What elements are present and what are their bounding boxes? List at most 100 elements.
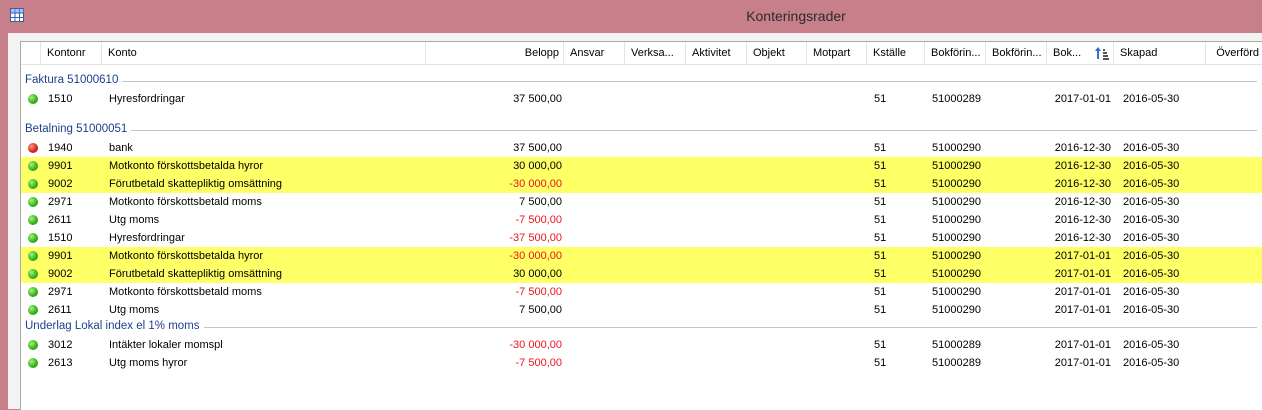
header-verksamhet[interactable]: Verksa... bbox=[625, 42, 686, 64]
header-status-column[interactable] bbox=[21, 42, 41, 64]
header-bokforing-1[interactable]: Bokförin... bbox=[925, 42, 986, 64]
cell-kontonr: 1940 bbox=[48, 142, 73, 154]
cell-bokdatum: 2016-12-30 bbox=[1054, 178, 1111, 190]
cell-belopp: -30 000,00 bbox=[509, 178, 562, 190]
cell-skapad: 2016-05-30 bbox=[1123, 232, 1180, 244]
header-overford[interactable]: Överförd bbox=[1206, 42, 1262, 64]
cell-kontonr: 3012 bbox=[48, 339, 73, 351]
cell-bokforing: 51000290 bbox=[932, 286, 981, 298]
cell-belopp: -37 500,00 bbox=[509, 232, 562, 244]
cell-bokdatum: 2016-12-30 bbox=[1054, 232, 1111, 244]
cell-belopp: 37 500,00 bbox=[513, 142, 562, 154]
cell-kstalle: 51 bbox=[874, 160, 887, 172]
status-ok-icon bbox=[28, 233, 38, 243]
cell-belopp: -7 500,00 bbox=[515, 214, 562, 226]
cell-kontonr: 2611 bbox=[48, 214, 72, 226]
cell-bokforing: 51000290 bbox=[932, 232, 981, 244]
header-konto[interactable]: Konto bbox=[102, 42, 426, 64]
status-ok-icon bbox=[28, 161, 38, 171]
table-row[interactable]: 9901 Motkonto förskottsbetalda hyror 30 00… bbox=[21, 157, 1262, 175]
group-header[interactable]: Faktura 51000610 bbox=[21, 73, 1262, 89]
status-ok-icon bbox=[28, 94, 38, 104]
cell-belopp: 30 000,00 bbox=[513, 160, 562, 172]
cell-bokdatum: 2017-01-01 bbox=[1054, 357, 1111, 369]
cell-kontonr: 9901 bbox=[48, 160, 73, 172]
header-kstalle[interactable]: Kställe bbox=[867, 42, 925, 64]
header-ansvar[interactable]: Ansvar bbox=[564, 42, 625, 64]
cell-skapad: 2016-05-30 bbox=[1123, 196, 1180, 208]
cell-skapad: 2016-05-30 bbox=[1123, 357, 1180, 369]
cell-bokforing: 51000290 bbox=[932, 250, 981, 262]
konteringsrader-grid[interactable]: Kontonr Konto Belopp Ansvar Verksa... Ak… bbox=[20, 41, 1262, 410]
cell-kontonr: 2611 bbox=[48, 304, 72, 316]
group-header[interactable]: Underlag Lokal index el 1% moms bbox=[21, 319, 1262, 335]
cell-konto: Hyresfordringar bbox=[109, 232, 185, 244]
status-ok-icon bbox=[28, 358, 38, 368]
status-ok-icon bbox=[28, 197, 38, 207]
cell-skapad: 2016-05-30 bbox=[1123, 339, 1180, 351]
cell-bokforing: 51000290 bbox=[932, 196, 981, 208]
header-bokdatum-label: Bok... bbox=[1053, 47, 1082, 59]
table-row[interactable]: 9901 Motkonto förskottsbetalda hyror -30 0… bbox=[21, 247, 1262, 265]
cell-bokforing: 51000290 bbox=[932, 178, 981, 190]
cell-bokdatum: 2017-01-01 bbox=[1054, 268, 1111, 280]
cell-bokforing: 51000289 bbox=[932, 357, 981, 369]
status-error-icon bbox=[28, 143, 38, 153]
cell-kontonr: 2971 bbox=[48, 286, 73, 298]
cell-kstalle: 51 bbox=[874, 357, 887, 369]
table-row[interactable]: 1510 Hyresfordringar -37 500,00 51 51000290 2… bbox=[21, 229, 1262, 247]
group-header[interactable]: Betalning 51000051 bbox=[21, 122, 1262, 138]
cell-bokforing: 51000289 bbox=[932, 93, 981, 105]
cell-skapad: 2016-05-30 bbox=[1123, 214, 1180, 226]
status-ok-icon bbox=[28, 179, 38, 189]
table-row[interactable]: 1940 bank 37 500,00 51 51000290 2016-12-30 201… bbox=[21, 139, 1262, 157]
sort-ascending-icon[interactable] bbox=[1094, 45, 1110, 61]
cell-bokdatum: 2016-12-30 bbox=[1054, 160, 1111, 172]
cell-belopp: -30 000,00 bbox=[509, 339, 562, 351]
header-belopp[interactable]: Belopp bbox=[426, 42, 564, 64]
cell-kstalle: 51 bbox=[874, 268, 887, 280]
header-motpart[interactable]: Motpart bbox=[807, 42, 867, 64]
status-ok-icon bbox=[28, 305, 38, 315]
header-kontonr[interactable]: Kontonr bbox=[41, 42, 102, 64]
cell-belopp: 30 000,00 bbox=[513, 268, 562, 280]
table-row[interactable]: 9002 Förutbetald skattepliktig omsättning… bbox=[21, 265, 1262, 283]
table-row[interactable]: 2611 Utg moms -7 500,00 51 51000290 2016-12-3… bbox=[21, 211, 1262, 229]
cell-bokforing: 51000290 bbox=[932, 142, 981, 154]
cell-kstalle: 51 bbox=[874, 93, 887, 105]
cell-kontonr: 1510 bbox=[48, 93, 73, 105]
header-bokdatum[interactable]: Bok... bbox=[1047, 42, 1114, 64]
table-row[interactable]: 2971 Motkonto förskottsbetald moms -7 500,… bbox=[21, 283, 1262, 301]
cell-konto: Motkonto förskottsbetald moms bbox=[109, 286, 262, 298]
group-title: Underlag Lokal index el 1% moms bbox=[25, 320, 204, 332]
cell-bokdatum: 2016-12-30 bbox=[1054, 196, 1111, 208]
cell-bokforing: 51000290 bbox=[932, 304, 981, 316]
header-bokforing-2[interactable]: Bokförin... bbox=[986, 42, 1047, 64]
window-title: Konteringsrader bbox=[746, 8, 846, 24]
cell-skapad: 2016-05-30 bbox=[1123, 93, 1180, 105]
group-title: Betalning 51000051 bbox=[25, 123, 132, 135]
header-aktivitet[interactable]: Aktivitet bbox=[686, 42, 747, 64]
table-row[interactable]: 1510 Hyresfordringar 37 500,00 51 51000289 20… bbox=[21, 90, 1262, 108]
cell-bokdatum: 2017-01-01 bbox=[1054, 286, 1111, 298]
table-row[interactable]: 2611 Utg moms 7 500,00 51 51000290 2017-01-01… bbox=[21, 301, 1262, 319]
header-skapad[interactable]: Skapad bbox=[1114, 42, 1206, 64]
cell-skapad: 2016-05-30 bbox=[1123, 178, 1180, 190]
cell-bokforing: 51000290 bbox=[932, 214, 981, 226]
group-title: Faktura 51000610 bbox=[25, 74, 123, 86]
cell-konto: Intäkter lokaler momspl bbox=[109, 339, 223, 351]
cell-kontonr: 9002 bbox=[48, 178, 73, 190]
cell-konto: Motkonto förskottsbetalda hyror bbox=[109, 160, 264, 172]
cell-kstalle: 51 bbox=[874, 196, 887, 208]
table-row[interactable]: 3012 Intäkter lokaler momspl -30 000,00 51 5… bbox=[21, 336, 1262, 354]
cell-bokforing: 51000290 bbox=[932, 160, 981, 172]
table-row[interactable]: 9002 Förutbetald skattepliktig omsättning… bbox=[21, 175, 1262, 193]
table-row[interactable]: 2613 Utg moms hyror -7 500,00 51 51000289 201… bbox=[21, 354, 1262, 372]
cell-konto: bank bbox=[109, 142, 133, 154]
header-objekt[interactable]: Objekt bbox=[747, 42, 807, 64]
cell-kontonr: 1510 bbox=[48, 232, 73, 244]
cell-kstalle: 51 bbox=[874, 214, 887, 226]
table-row[interactable]: 2971 Motkonto förskottsbetald moms 7 500,0… bbox=[21, 193, 1262, 211]
cell-kstalle: 51 bbox=[874, 232, 887, 244]
cell-belopp: -7 500,00 bbox=[515, 286, 562, 298]
